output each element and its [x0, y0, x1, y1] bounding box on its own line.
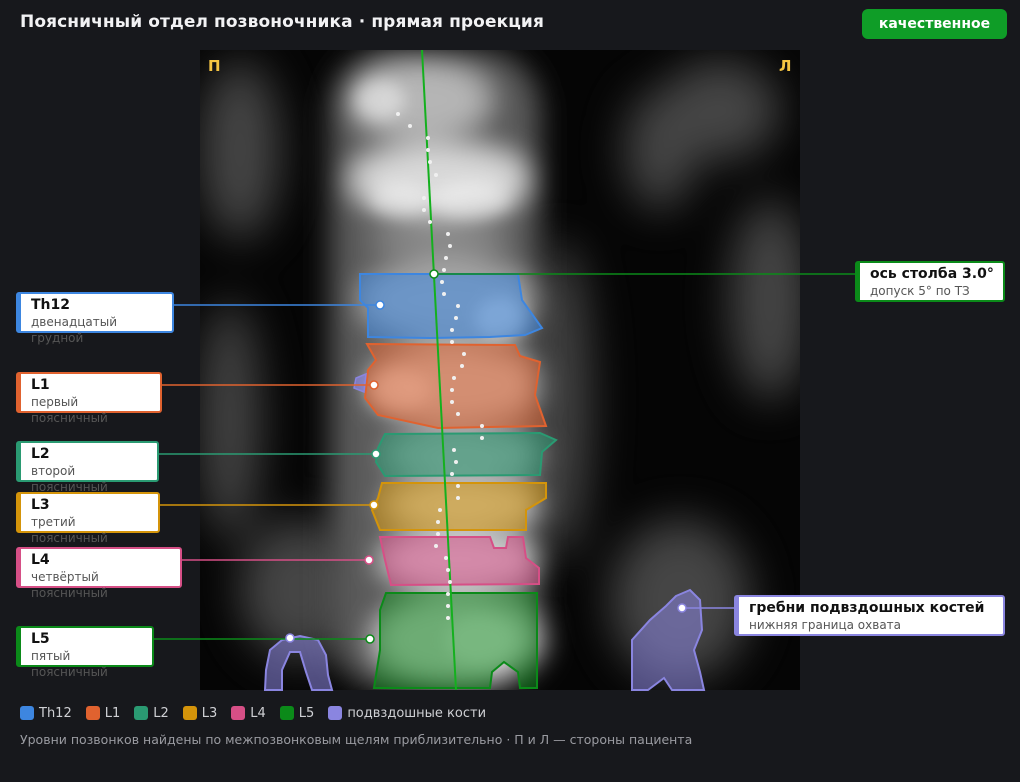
legend-swatch	[85, 706, 100, 720]
callout-l4-title: L4	[31, 552, 50, 568]
segment-l4[interactable]	[378, 536, 540, 587]
callout-l2-subtitle: второй поясничный	[31, 464, 108, 494]
segment-l1[interactable]	[353, 342, 548, 430]
callout-l3[interactable]: L3 третий поясничный	[16, 492, 160, 545]
legend-label: L5	[298, 705, 315, 721]
legend-swatch	[182, 706, 197, 720]
callout-l3-title: L3	[31, 497, 50, 513]
callout-th12[interactable]: Th12 двенадцатый грудной	[16, 292, 174, 345]
side-label-right-patient: П	[208, 57, 221, 75]
callout-l5[interactable]: L5 пятый поясничный	[16, 626, 154, 679]
callout-spine-axis-subtitle: допуск 5° по ТЗ	[870, 284, 970, 298]
segment-l3[interactable]	[370, 482, 547, 531]
legend-item-l5[interactable]: L5	[279, 705, 315, 721]
callout-th12-title: Th12	[31, 297, 70, 313]
legend-label: L2	[153, 705, 169, 721]
callout-l5-title: L5	[31, 631, 50, 647]
callout-spine-axis-title: ось столба 3.0°	[870, 266, 994, 282]
callout-l1[interactable]: L1 первый поясничный	[16, 372, 162, 425]
legend-label: подвздошные кости	[347, 705, 487, 721]
segment-l2[interactable]	[374, 431, 558, 478]
legend-item-th12[interactable]: Th12	[20, 706, 72, 721]
callout-l4-subtitle: четвёртый поясничный	[31, 570, 108, 600]
callout-l2-title: L2	[31, 446, 50, 462]
callout-iliac-crests-subtitle: нижняя граница охвата	[749, 618, 902, 632]
side-label-left-patient: Л	[779, 57, 791, 75]
legend-item-l3[interactable]: L3	[182, 705, 218, 721]
callout-spine-axis[interactable]: ось столба 3.0° допуск 5° по ТЗ	[855, 261, 1005, 302]
callout-l2[interactable]: L2 второй поясничный	[16, 441, 159, 494]
callout-l4[interactable]: L4 четвёртый поясничный	[16, 547, 182, 600]
legend-item-l4[interactable]: L4	[231, 706, 266, 721]
legend-swatch	[279, 706, 294, 720]
footnote: Уровни позвонков найдены по межпозвонков…	[20, 732, 693, 747]
callout-l1-subtitle: первый поясничный	[31, 395, 108, 425]
legend-swatch	[231, 706, 246, 720]
legend-swatch	[20, 706, 34, 720]
legend-swatch	[134, 706, 149, 720]
callout-l3-subtitle: третий поясничный	[31, 515, 108, 545]
callout-iliac-crests-title: гребни подвздошных костей	[749, 600, 985, 616]
legend-item-l2[interactable]: L2	[134, 706, 169, 721]
legend-label: L1	[104, 705, 121, 721]
legend-label: Th12	[39, 705, 72, 721]
legend-swatch	[328, 706, 343, 720]
callout-l5-subtitle: пятый поясничный	[31, 649, 108, 679]
legend-item-iliac[interactable]: подвздошные кости	[328, 706, 486, 721]
callout-th12-subtitle: двенадцатый грудной	[31, 315, 118, 345]
legend: Th12 L1 L2 L3 L4 L5 подвздошные кости	[20, 704, 500, 722]
legend-item-l1[interactable]: L1	[85, 705, 121, 721]
legend-label: L3	[201, 705, 218, 721]
callout-iliac-crests[interactable]: гребни подвздошных костей нижняя граница…	[734, 595, 1005, 636]
callout-l1-title: L1	[31, 377, 50, 393]
legend-label: L4	[250, 705, 266, 721]
